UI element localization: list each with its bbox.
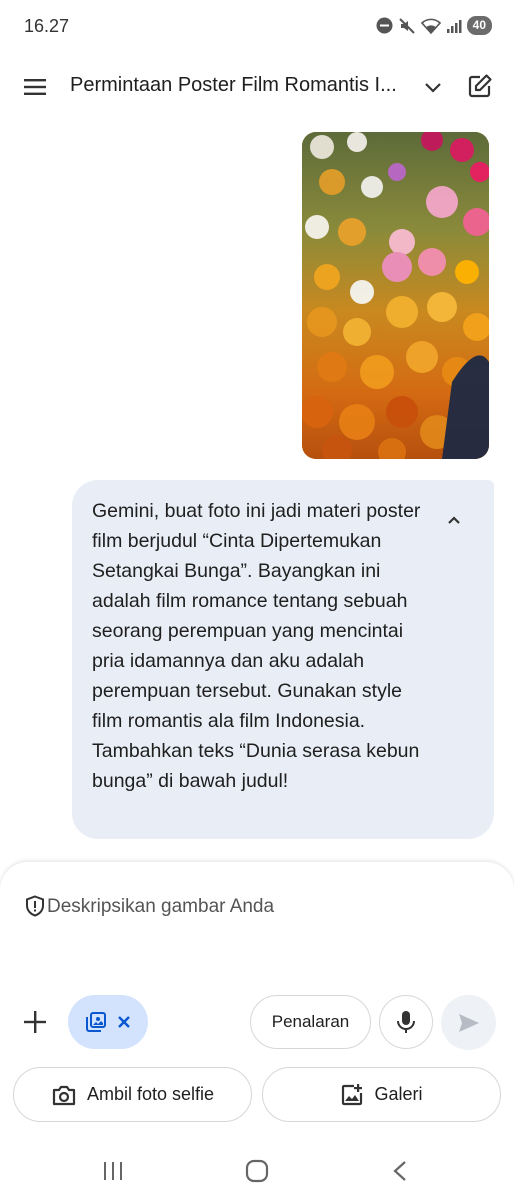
attached-photo[interactable] — [302, 132, 489, 459]
send-button[interactable] — [441, 995, 496, 1050]
wifi-icon — [420, 18, 441, 34]
recents-icon[interactable] — [101, 1160, 125, 1182]
gallery-icon — [342, 1083, 363, 1105]
camera-icon — [52, 1085, 76, 1105]
chevron-down-icon[interactable] — [422, 76, 444, 98]
take-selfie-button[interactable]: Ambil foto selfie — [13, 1067, 252, 1122]
chevron-up-icon[interactable] — [442, 508, 466, 532]
gallery-button[interactable]: Galeri — [262, 1067, 501, 1122]
take-selfie-label: Ambil foto selfie — [86, 1084, 215, 1104]
mute-icon — [398, 17, 415, 34]
menu-icon[interactable] — [22, 74, 48, 100]
status-icons: 40 — [376, 16, 492, 35]
reasoning-button[interactable]: Penalaran — [250, 995, 371, 1049]
send-icon — [458, 1013, 479, 1032]
status-time: 16.27 — [24, 16, 70, 36]
plus-icon[interactable] — [22, 1009, 48, 1035]
prompt-input[interactable] — [47, 892, 467, 922]
microphone-button[interactable] — [379, 995, 433, 1049]
close-icon[interactable] — [117, 1015, 131, 1029]
attachment-chip[interactable] — [68, 995, 148, 1049]
status-bar: 16.27 40 — [0, 0, 514, 56]
signal-icon — [446, 19, 462, 33]
reasoning-label: Penalaran — [271, 1012, 350, 1031]
mic-icon — [397, 1011, 415, 1033]
home-icon[interactable] — [245, 1159, 269, 1183]
user-prompt-bubble: Gemini, buat foto ini jadi materi poster… — [72, 480, 494, 839]
do-not-disturb-icon — [376, 17, 393, 34]
shield-icon — [26, 895, 44, 917]
edit-icon[interactable] — [467, 73, 493, 99]
system-nav-bar — [0, 1140, 514, 1200]
app-bar: Permintaan Poster Film Romantis I... — [0, 62, 514, 112]
image-stack-icon[interactable] — [85, 1011, 107, 1033]
conversation-title[interactable]: Permintaan Poster Film Romantis I... — [70, 74, 415, 97]
battery-indicator: 40 — [466, 16, 492, 35]
gallery-label: Galeri — [374, 1084, 423, 1104]
back-icon[interactable] — [390, 1159, 410, 1183]
user-prompt-text: Gemini, buat foto ini jadi materi poster… — [92, 500, 421, 792]
flower-photo — [302, 132, 489, 459]
